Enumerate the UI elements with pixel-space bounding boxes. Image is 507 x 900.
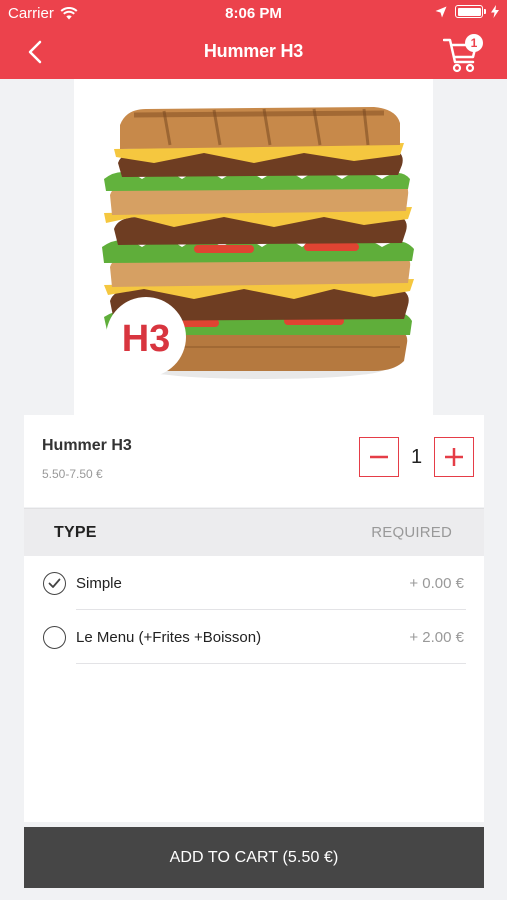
navigation-bar: Hummer H3 1 — [0, 28, 507, 79]
type-section-title: TYPE — [54, 524, 97, 541]
option-label: Le Menu (+Frites +Boisson) — [76, 629, 262, 646]
radio-unchecked[interactable] — [43, 626, 66, 649]
option-le-menu[interactable]: Le Menu (+Frites +Boisson) + 2.00 € — [24, 610, 484, 664]
plus-icon — [445, 448, 463, 466]
type-section-header: TYPE REQUIRED — [24, 508, 484, 556]
status-right-group — [435, 5, 499, 18]
option-simple[interactable]: Simple + 0.00 € — [24, 556, 484, 610]
decrease-quantity-button[interactable] — [359, 437, 399, 477]
required-label: REQUIRED — [371, 524, 452, 541]
product-info-card: Hummer H3 5.50-7.50 € 1 — [24, 415, 484, 507]
app-header: Carrier 8:06 PM Hummer H3 1 — [0, 0, 507, 79]
battery-icon — [455, 5, 486, 18]
status-time: 8:06 PM — [225, 5, 282, 22]
product-image: H3 — [74, 79, 433, 415]
option-price: + 0.00 € — [409, 575, 464, 592]
increase-quantity-button[interactable] — [434, 437, 474, 477]
location-arrow-icon — [435, 6, 447, 17]
image-badge-text: H3 — [122, 318, 171, 360]
cart-button[interactable]: 1 — [443, 33, 483, 73]
product-name: Hummer H3 — [42, 437, 132, 454]
quantity-value: 1 — [410, 446, 423, 468]
radio-checked[interactable] — [43, 572, 66, 595]
sandwich-illustration: H3 — [102, 107, 414, 379]
option-price: + 2.00 € — [409, 629, 464, 646]
page-title: Hummer H3 — [203, 41, 304, 61]
product-price-range: 5.50-7.50 € — [42, 467, 103, 481]
option-label: Simple — [76, 575, 122, 592]
type-options-list: Simple + 0.00 € Le Menu (+Frites +Boisso… — [24, 556, 484, 822]
divider — [76, 663, 466, 664]
cart-count-badge: 1 — [465, 34, 483, 52]
status-bar: Carrier 8:06 PM — [0, 0, 507, 28]
checkmark-icon — [48, 578, 61, 588]
add-to-cart-button[interactable]: ADD TO CART (5.50 €) — [24, 827, 484, 888]
minus-icon — [370, 455, 388, 459]
charging-bolt-icon — [491, 5, 499, 18]
